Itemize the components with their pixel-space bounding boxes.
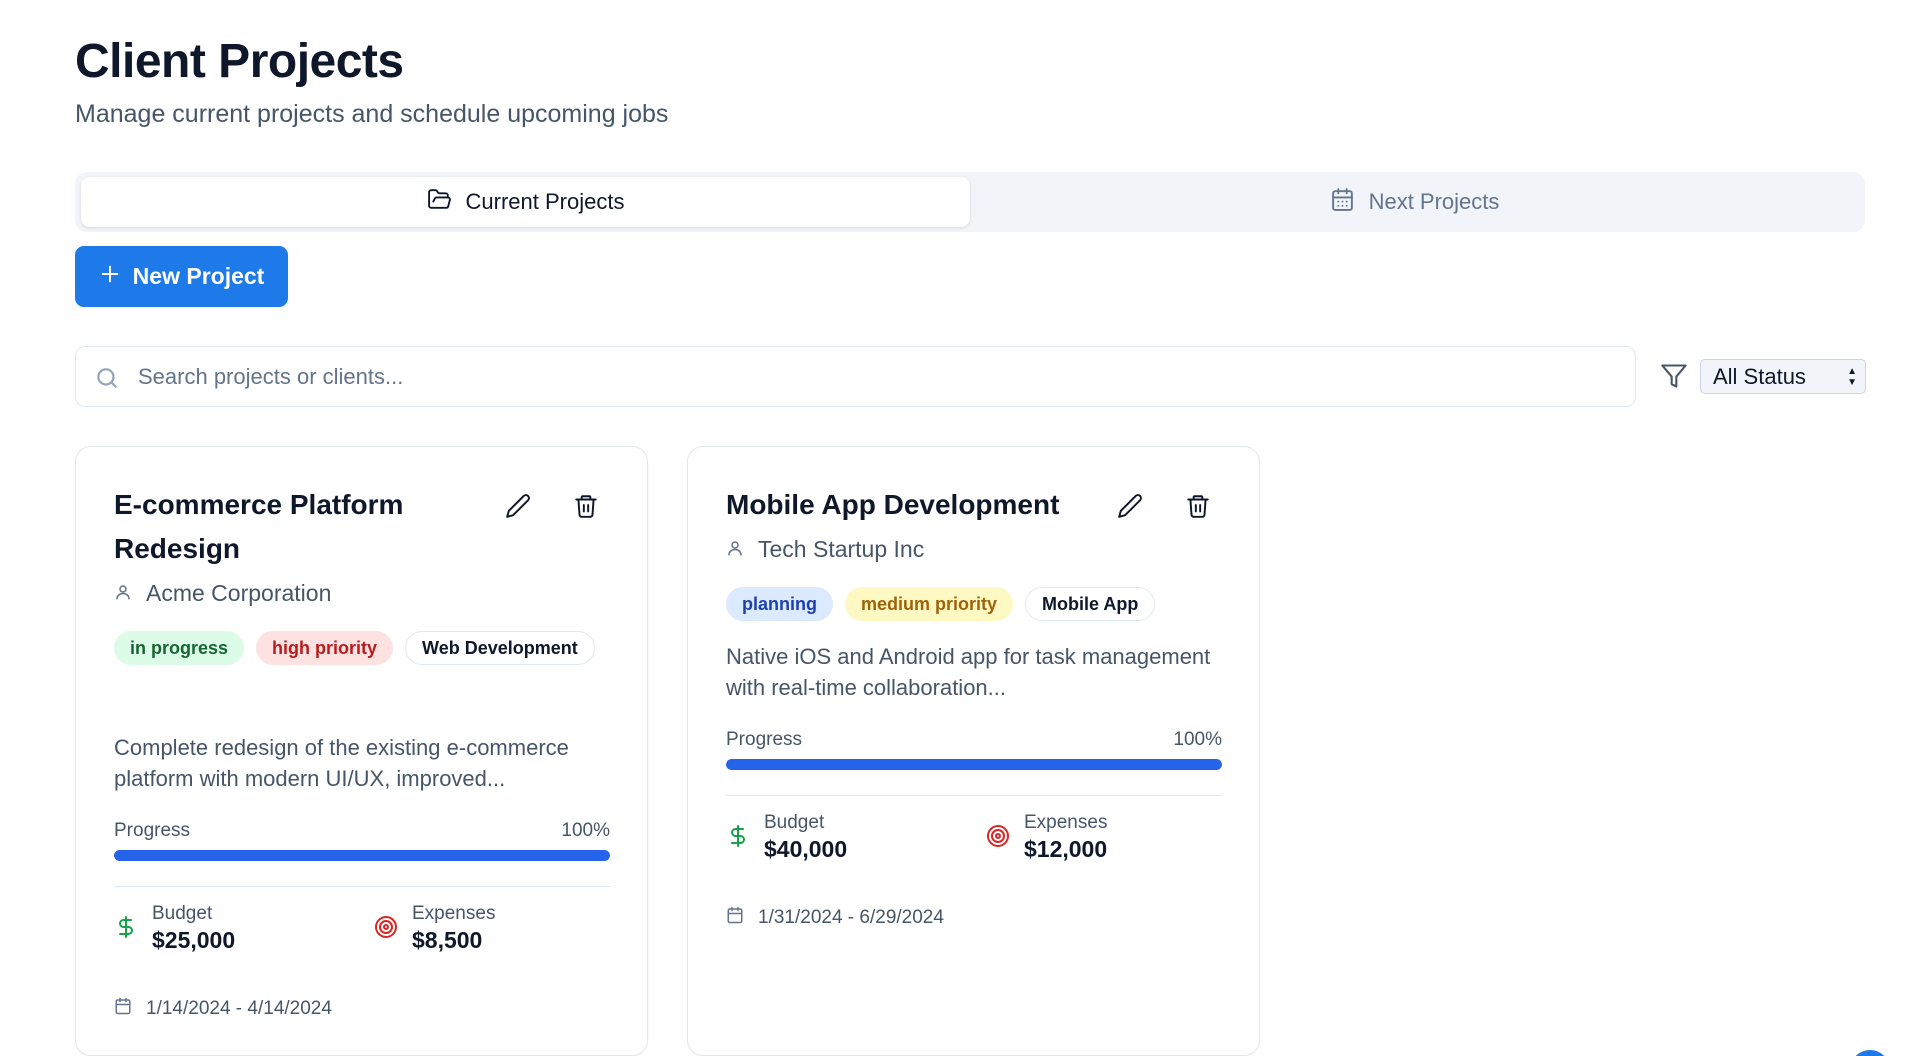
project-card: Mobile App Development Tech Startup Inc … bbox=[687, 446, 1260, 1056]
category-badge: Web Development bbox=[405, 631, 595, 665]
dollar-icon bbox=[726, 824, 750, 853]
search-input[interactable] bbox=[138, 347, 1618, 406]
tab-next-projects[interactable]: Next Projects bbox=[970, 177, 1859, 227]
budget-label: Budget bbox=[152, 903, 213, 924]
edit-icon[interactable] bbox=[505, 493, 531, 519]
progress-label: Progress bbox=[114, 820, 191, 841]
tab-current-projects[interactable]: Current Projects bbox=[81, 177, 970, 227]
project-client-name: Tech Startup Inc bbox=[758, 536, 925, 562]
select-arrows-icon: ▲ ▼ bbox=[1847, 366, 1857, 388]
expenses-value: $12,000 bbox=[1024, 836, 1108, 862]
trash-icon[interactable] bbox=[573, 493, 599, 519]
progress-percent: 100% bbox=[1173, 729, 1222, 750]
card-divider bbox=[114, 886, 610, 887]
progress-header: Progress 100% bbox=[726, 729, 1222, 751]
progress-percent: 100% bbox=[561, 820, 610, 841]
expenses-label: Expenses bbox=[412, 903, 496, 924]
budget-value: $40,000 bbox=[764, 836, 848, 862]
progress-label: Progress bbox=[726, 729, 803, 750]
priority-badge: high priority bbox=[256, 631, 394, 665]
folder-open-icon bbox=[427, 187, 452, 218]
calendar-icon bbox=[114, 997, 132, 1021]
expenses-stat: Expenses $8,500 bbox=[374, 903, 495, 955]
calendar-icon bbox=[1330, 187, 1355, 218]
budget-value: $25,000 bbox=[152, 927, 236, 953]
progress-bar bbox=[726, 759, 1222, 770]
project-date-range: 1/14/2024 - 4/14/2024 bbox=[146, 998, 332, 1019]
progress-fill bbox=[114, 850, 610, 861]
expenses-value: $8,500 bbox=[412, 927, 483, 953]
project-client: Tech Startup Inc bbox=[726, 536, 924, 563]
tab-current-projects-label: Current Projects bbox=[465, 189, 625, 214]
page-title: Client Projects bbox=[75, 35, 404, 88]
expenses-stat: Expenses $12,000 bbox=[986, 812, 1107, 864]
user-icon bbox=[114, 580, 132, 607]
project-date-range: 1/31/2024 - 6/29/2024 bbox=[758, 907, 944, 928]
card-divider bbox=[726, 795, 1222, 796]
badge-list: in progress high priority Web Developmen… bbox=[114, 631, 614, 665]
floating-action-button[interactable] bbox=[1850, 1050, 1890, 1056]
new-project-button[interactable]: New Project bbox=[75, 246, 288, 307]
new-project-label: New Project bbox=[132, 263, 265, 289]
project-client: Acme Corporation bbox=[114, 580, 331, 607]
filter-icon bbox=[1660, 362, 1688, 390]
trash-icon[interactable] bbox=[1185, 493, 1211, 519]
page-subtitle: Manage current projects and schedule upc… bbox=[75, 100, 669, 128]
status-filter-select[interactable]: All Status ▲ ▼ bbox=[1700, 359, 1866, 394]
status-badge: in progress bbox=[114, 631, 245, 665]
progress-bar bbox=[114, 850, 610, 861]
target-icon bbox=[986, 824, 1010, 853]
tab-list: Current Projects Next Projects bbox=[75, 172, 1865, 232]
status-filter-value: All Status bbox=[1713, 363, 1806, 389]
project-dates: 1/14/2024 - 4/14/2024 bbox=[114, 997, 332, 1021]
project-client-name: Acme Corporation bbox=[146, 580, 332, 606]
badge-list: planning medium priority Mobile App bbox=[726, 587, 1226, 621]
category-badge: Mobile App bbox=[1025, 587, 1156, 621]
budget-stat: Budget $40,000 bbox=[726, 812, 847, 864]
progress-fill bbox=[726, 759, 1222, 770]
plus-icon bbox=[99, 263, 121, 291]
user-icon bbox=[726, 536, 744, 563]
budget-label: Budget bbox=[764, 812, 825, 833]
priority-badge: medium priority bbox=[845, 587, 1014, 621]
expenses-label: Expenses bbox=[1024, 812, 1108, 833]
project-dates: 1/31/2024 - 6/29/2024 bbox=[726, 906, 944, 930]
project-description: Native iOS and Android app for task mana… bbox=[726, 644, 1211, 700]
progress-header: Progress 100% bbox=[114, 820, 610, 842]
budget-stat: Budget $25,000 bbox=[114, 903, 235, 955]
tab-next-projects-label: Next Projects bbox=[1368, 189, 1500, 214]
project-description: Complete redesign of the existing e-comm… bbox=[114, 735, 569, 791]
target-icon bbox=[374, 915, 398, 944]
edit-icon[interactable] bbox=[1117, 493, 1143, 519]
project-card: E-commerce Platform Redesign Acme Corpor… bbox=[75, 446, 648, 1056]
status-badge: planning bbox=[726, 587, 833, 621]
search-box bbox=[75, 346, 1636, 407]
project-title: E-commerce Platform Redesign bbox=[114, 489, 404, 564]
dollar-icon bbox=[114, 915, 138, 944]
project-title: Mobile App Development bbox=[726, 489, 1060, 520]
calendar-icon bbox=[726, 906, 744, 930]
